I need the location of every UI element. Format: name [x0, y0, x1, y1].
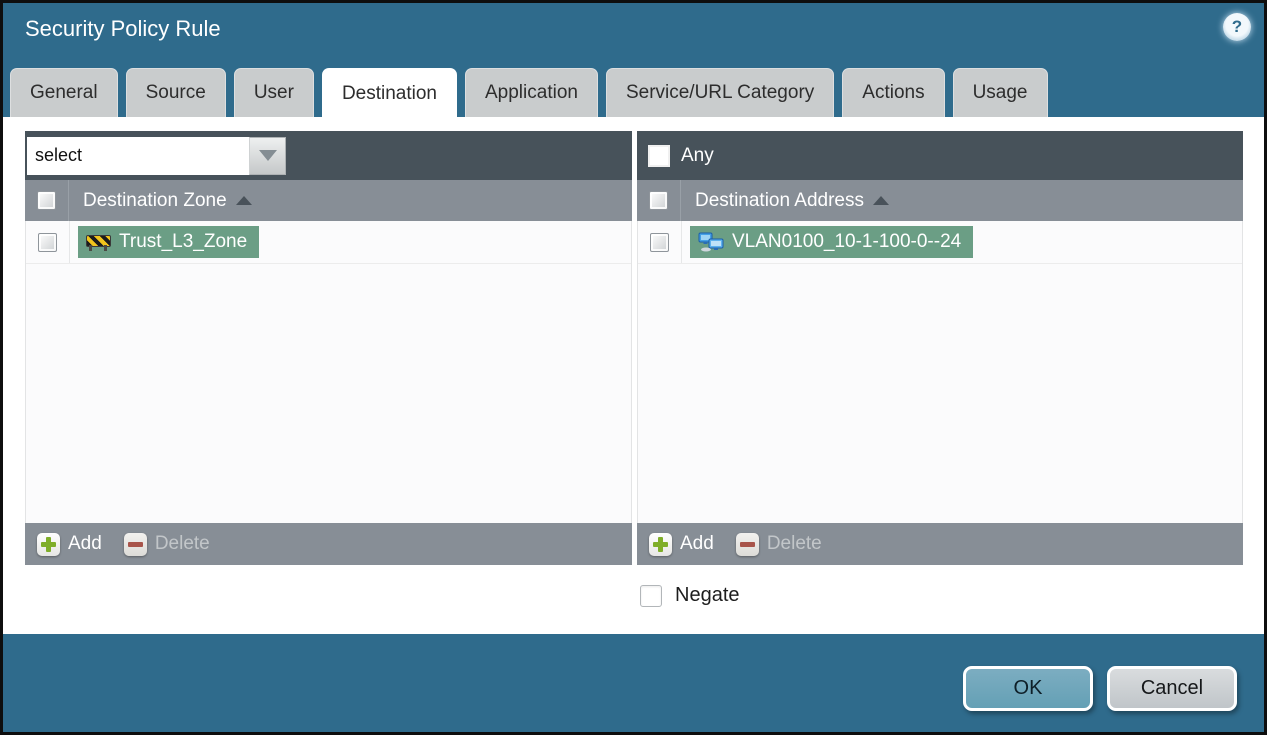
zone-barrier-icon — [86, 233, 111, 251]
zone-row-checkbox[interactable] — [38, 232, 57, 252]
zone-value-label: Trust_L3_Zone — [119, 231, 248, 252]
help-icon[interactable]: ? — [1223, 13, 1251, 41]
address-any-bar: Any — [637, 131, 1243, 180]
cancel-button[interactable]: Cancel — [1107, 666, 1237, 711]
network-address-icon — [698, 232, 724, 252]
address-header-checkbox-cell — [637, 180, 681, 221]
address-delete-label: Delete — [766, 533, 822, 554]
sort-ascending-icon — [873, 196, 889, 205]
table-row[interactable]: Trust_L3_Zone — [26, 221, 631, 264]
address-value-label: VLAN0100_10-1-100-0--24 — [732, 231, 962, 252]
zone-select-combo — [27, 136, 286, 175]
destination-address-panel: Any Destination Address VLAN0100_10-1-10… — [637, 131, 1243, 565]
tab-actions[interactable]: Actions — [842, 68, 945, 117]
negate-row: Negate — [640, 584, 740, 607]
tab-usage[interactable]: Usage — [952, 68, 1048, 117]
zone-header-checkbox-cell — [25, 180, 69, 221]
security-policy-rule-dialog: Security Policy Rule ? General Source Us… — [0, 0, 1267, 735]
address-value-chip[interactable]: VLAN0100_10-1-100-0--24 — [690, 226, 974, 258]
destination-zone-panel: Destination Zone Trust_L3_Zone — [25, 131, 632, 565]
zone-filter-bar — [25, 131, 632, 180]
sort-ascending-icon — [235, 196, 252, 205]
address-select-all-checkbox[interactable] — [649, 191, 668, 210]
zone-grid-header: Destination Zone — [25, 180, 632, 221]
zone-row-checkbox-cell — [26, 221, 70, 263]
address-column-header[interactable]: Destination Address — [695, 190, 889, 212]
address-column-header-label: Destination Address — [695, 189, 864, 211]
ok-button[interactable]: OK — [963, 666, 1093, 711]
zone-column-header-label: Destination Zone — [83, 189, 227, 211]
tab-source[interactable]: Source — [125, 68, 226, 117]
address-grid-body: VLAN0100_10-1-100-0--24 — [637, 221, 1243, 523]
tab-strip: General Source User Destination Applicat… — [10, 68, 1048, 119]
zone-select-dropdown-button[interactable] — [249, 136, 286, 175]
zone-add-label: Add — [68, 533, 102, 554]
tab-service-url-category[interactable]: Service/URL Category — [605, 68, 835, 117]
address-row-checkbox-cell — [638, 221, 682, 263]
negate-checkbox[interactable] — [640, 584, 662, 607]
tab-general[interactable]: General — [10, 68, 118, 117]
tab-application[interactable]: Application — [465, 68, 598, 117]
table-row[interactable]: VLAN0100_10-1-100-0--24 — [638, 221, 1242, 264]
add-plus-icon — [37, 532, 60, 556]
dialog-title: Security Policy Rule — [25, 16, 221, 41]
destination-tab-content: Destination Zone Trust_L3_Zone — [3, 117, 1264, 634]
zone-delete-button[interactable]: Delete — [123, 532, 210, 556]
zone-column-header[interactable]: Destination Zone — [83, 190, 252, 212]
tab-user[interactable]: User — [233, 68, 314, 117]
zone-add-button[interactable]: Add — [37, 532, 102, 556]
address-grid-header: Destination Address — [637, 180, 1243, 221]
zone-value-chip[interactable]: Trust_L3_Zone — [78, 226, 260, 258]
any-checkbox[interactable] — [648, 144, 670, 167]
add-plus-icon — [649, 532, 672, 556]
chevron-down-icon — [258, 150, 277, 161]
zone-select-all-checkbox[interactable] — [37, 191, 56, 210]
address-delete-button[interactable]: Delete — [735, 532, 822, 556]
zone-delete-label: Delete — [154, 533, 210, 554]
delete-minus-icon — [123, 532, 147, 556]
address-row-checkbox[interactable] — [650, 232, 669, 252]
tab-destination[interactable]: Destination — [321, 68, 457, 119]
zone-select-input[interactable] — [27, 136, 249, 175]
delete-minus-icon — [735, 532, 759, 556]
zone-toolbar: Add Delete — [25, 523, 632, 565]
any-label: Any — [681, 144, 714, 166]
address-add-button[interactable]: Add — [649, 532, 714, 556]
address-toolbar: Add Delete — [637, 523, 1243, 565]
zone-grid-body: Trust_L3_Zone — [25, 221, 632, 523]
address-add-label: Add — [680, 533, 714, 554]
negate-label: Negate — [675, 584, 740, 606]
